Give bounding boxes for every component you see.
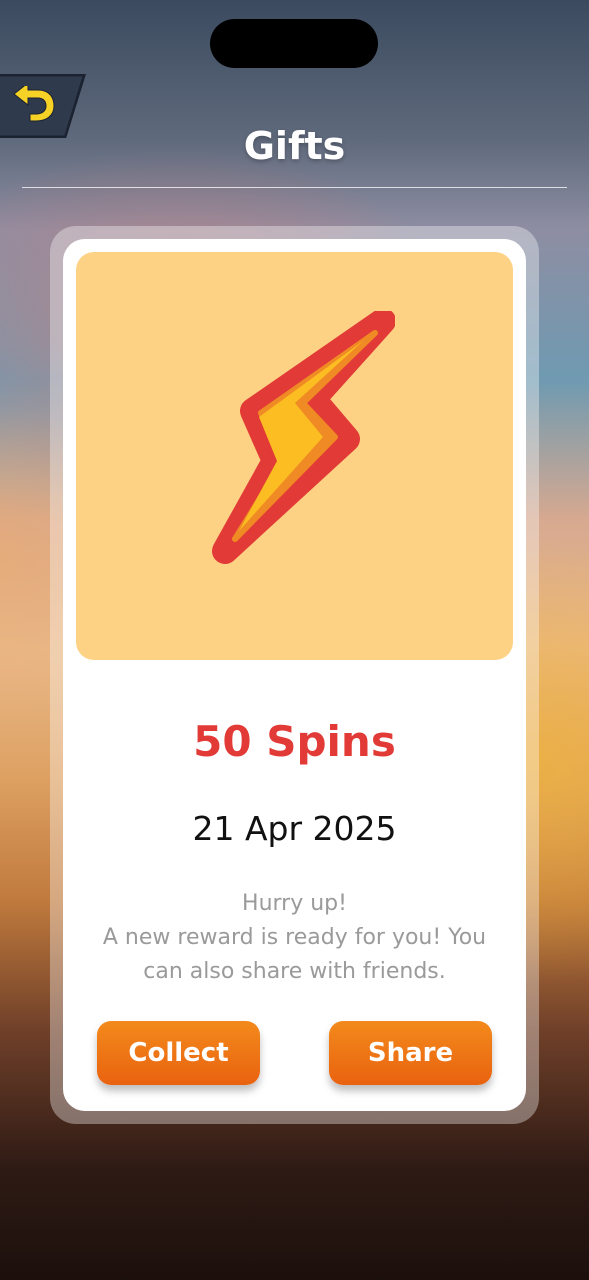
gift-date: 21 Apr 2025	[192, 809, 397, 848]
description-line-1: Hurry up!	[242, 891, 347, 916]
gift-hero	[76, 252, 513, 660]
share-button[interactable]: Share	[329, 1021, 492, 1085]
lightning-bolt-icon	[211, 311, 395, 564]
gift-description: Hurry up! A new reward is ready for you!…	[83, 887, 506, 989]
back-arrow-icon	[13, 86, 55, 122]
gift-card: 50 Spins 21 Apr 2025 Hurry up! A new rew…	[63, 239, 526, 1111]
header-divider	[22, 187, 567, 188]
description-line-2: A new reward is ready for you! You can a…	[102, 925, 487, 984]
page-title: Gifts	[243, 124, 346, 168]
collect-button[interactable]: Collect	[97, 1021, 260, 1085]
gift-amount: 50 Spins	[193, 717, 396, 766]
camera-notch	[210, 19, 378, 68]
